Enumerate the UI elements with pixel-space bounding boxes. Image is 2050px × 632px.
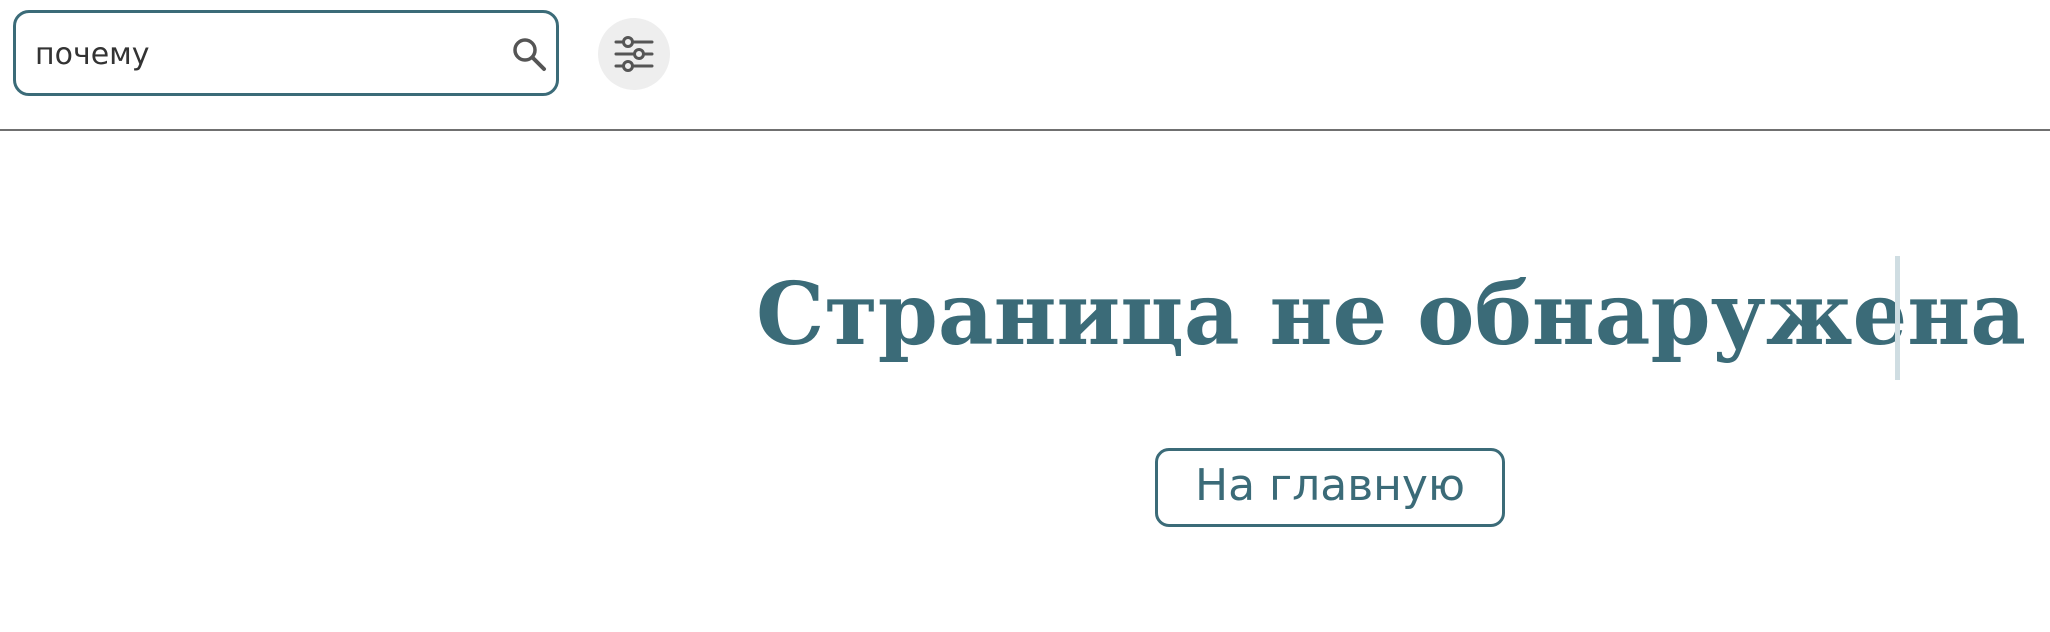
search-box[interactable] <box>13 10 559 96</box>
filter-button[interactable] <box>598 18 670 90</box>
text-cursor <box>1895 256 1900 380</box>
sliders-icon <box>614 36 654 72</box>
page-title: Страница не обнаружена <box>756 264 2026 365</box>
top-bar <box>0 0 2050 131</box>
search-icon[interactable] <box>510 35 550 75</box>
home-button[interactable]: На главную <box>1155 448 1505 527</box>
search-input[interactable] <box>35 31 475 77</box>
